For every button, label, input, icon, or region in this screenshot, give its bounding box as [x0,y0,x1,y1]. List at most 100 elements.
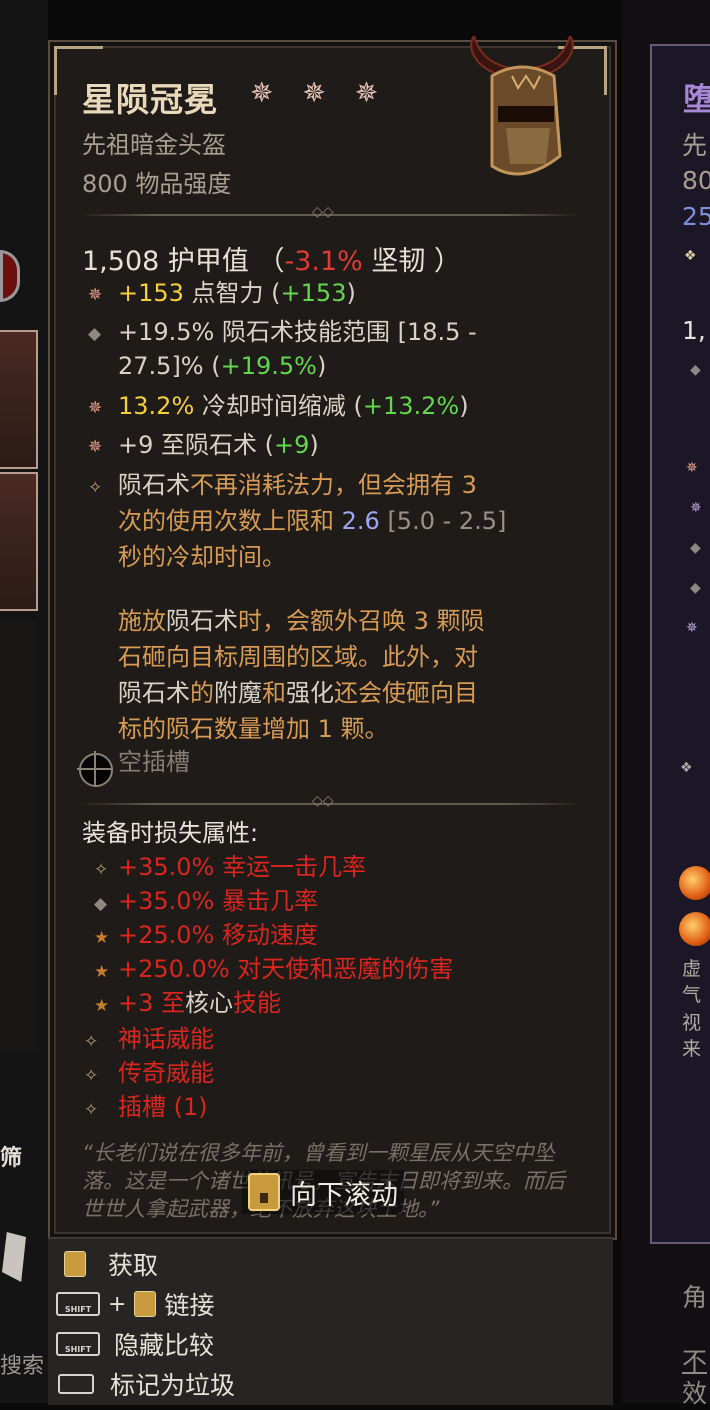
affix-bullet-icon: ◆ [690,580,701,596]
empty-socket-icon [77,751,113,787]
wings-icon: ❖ [680,760,693,776]
mouse-scroll-icon [248,1173,280,1211]
helmet-icon [470,36,574,176]
lost-stat: +3 至核心技能 [118,985,281,1021]
affix-meteor-radius-cont: 27.5]% (+19.5%) [118,348,326,384]
affix-value: 13.2% [118,392,195,420]
lost-stat: +250.0% 对天使和恶魔的伤害 [118,955,454,983]
mouse-left-icon [64,1251,86,1277]
affix-bullet-icon: ✵ [88,398,103,418]
lost-stat: +25.0% 移动速度 [118,921,318,949]
skill-keyword: 陨石术 [118,471,190,499]
compare-armor: 1, [682,316,706,345]
hide-compare-command[interactable]: SHIFT 隐藏比较 [56,1326,214,1362]
affix-bullet-icon: ✵ [686,620,698,636]
shift-key-icon: SHIFT [56,1332,100,1356]
affix-label: 冷却时间缩减 ( [194,392,363,420]
lost-bullet-icon: ★ [94,962,110,982]
affix-bullet-icon: ✵ [686,460,698,476]
aspect-text: 的 [190,679,214,707]
lost-stat: +35.0% 暴击几率 [118,887,318,915]
aspect-value: 2.6 [341,507,380,535]
lost-stat: 传奇威能 [118,1059,214,1087]
wings-icon: ❖ [684,248,697,264]
compare-desc-line: 气 [682,984,702,1006]
compare-footer-text: 不 [682,1347,708,1376]
affix-bullet-icon: ◆ [88,324,102,344]
aspect-text: 和 [262,679,286,707]
affix-delta: +19.5% [220,352,317,380]
compare-item-type: 先 [682,131,708,160]
affix-bullet-icon: ✵ [88,437,103,457]
aspect-range: [5.0 - 2.5] [379,507,507,535]
rarity-stars-icon: ✵ ✵ ✵ [250,76,389,109]
lost-stat: +35.0% 幸运一击几率 [118,853,366,881]
lost-bullet-icon: ✧ [84,1066,99,1086]
lost-bullet-icon: ◆ [94,894,108,914]
lost-stat: 插槽 (1) [118,1093,208,1121]
aspect-text: 还会使砸向目 [334,679,478,707]
affix-label: +19.5% 陨石术技能范围 [18.5 - [118,318,477,346]
scroll-down-label: 向下滚动 [290,1179,398,1211]
item-power: 800 物品强度 [82,170,232,198]
lost-bullet-icon: ✧ [84,1032,99,1052]
affix-bullet-icon: ✵ [88,285,103,305]
link-command[interactable]: SHIFT + 链接 [56,1286,214,1322]
item-type: 先祖暗金头盔 [82,131,226,159]
affix-bullet-icon: ◆ [690,540,701,556]
affix-delta: +13.2% [362,392,460,420]
mark-junk-label: 标记为垃圾 [110,1371,236,1400]
affix-bullet-icon: ✵ [690,500,702,516]
lost-bullet-icon: ★ [94,996,110,1016]
compare-item-level: 25 [682,202,710,231]
compare-desc-line: 虚 [682,958,702,980]
gem-icon [679,912,710,946]
affix-close: ) [316,352,327,380]
lost-stat: 神话威能 [118,1025,214,1053]
acquire-command[interactable]: 获取 [64,1246,158,1282]
armor-line: 1,508 护甲值 （-3.1% 坚韧 ） [82,239,461,278]
scroll-down-hint[interactable]: 向下滚动 [242,1170,404,1214]
affix-label: 点智力 ( [183,279,281,307]
left-list-area [0,622,36,1052]
affix-close: ) [459,392,469,420]
socket-label: 空插槽 [118,748,190,776]
inventory-slot[interactable] [0,472,38,611]
affix-meteor-rank: +9 至陨石术 (+9) [118,427,319,463]
compare-footer-text: 效 [682,1379,708,1408]
lost-stats-header: 装备时损失属性: [82,819,259,847]
armor-delta: -3.1% [284,246,363,277]
aspect-text: 时，会额外召唤 3 颗陨 [238,607,485,635]
filter-label[interactable]: 筛 [0,1140,22,1172]
hide-compare-label: 隐藏比较 [114,1331,215,1360]
armor-suffix: 坚韧 ） [371,246,461,277]
aspect-bullet-icon: ✧ [88,478,103,498]
aspect-description-2: 施放陨石术时，会额外召唤 3 颗陨 石砸向目标周围的区域。此外，对 陨石术的附魔… [118,603,558,747]
lost-bullet-icon: ★ [94,928,110,948]
aspect-text: 次的使用次数上限和 [118,507,342,535]
aspect-text: 秒的冷却时间。 [118,543,286,571]
affix-delta: +153 [280,279,347,307]
compare-desc-line: 视 [682,1012,702,1034]
affix-bullet-icon: ◆ [690,362,701,378]
skill-keyword: 强化 [286,679,334,707]
character-tab-label[interactable]: 角 [682,1278,707,1314]
skill-keyword: 陨石术 [166,607,238,635]
lost-stat-keyword: 核心 [185,989,234,1017]
item-name: 星陨冠冕 [82,80,218,119]
acquire-label: 获取 [108,1251,159,1280]
lost-stat-part: 技能 [233,989,282,1017]
compare-desc-line: 来 [682,1038,702,1060]
lost-bullet-icon: ✧ [84,1100,99,1120]
divider-ornament: ◇◇ [312,204,334,220]
divider-ornament: ◇◇ [312,793,334,809]
affix-close: ) [346,279,356,307]
mark-junk-command[interactable]: 标记为垃圾 [58,1366,235,1402]
affix-cooldown: 13.2% 冷却时间缩减 (+13.2%) [118,388,469,424]
space-key-icon [58,1374,94,1394]
inventory-slot[interactable] [0,330,38,469]
search-label[interactable]: 搜索 [0,1348,44,1380]
plus-sign: + [108,1291,127,1317]
lost-stat-part: +3 至 [118,989,186,1017]
compare-item-title: 堕 [683,82,710,118]
